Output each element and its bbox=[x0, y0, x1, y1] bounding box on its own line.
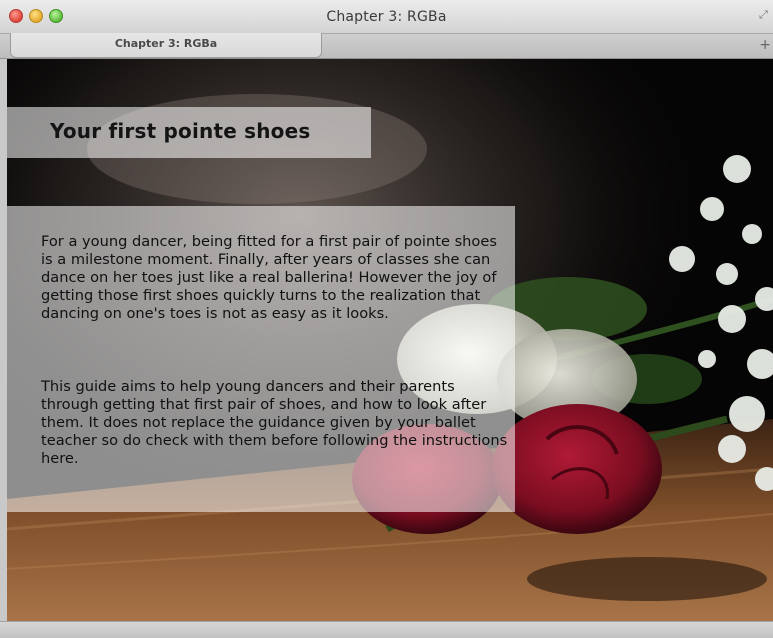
text-panel: For a young dancer, being fitted for a f… bbox=[7, 206, 515, 512]
page-title: Your first pointe shoes bbox=[50, 119, 311, 143]
tab-bar: Chapter 3: RGBa + bbox=[0, 33, 773, 59]
heading-panel: Your first pointe shoes bbox=[7, 107, 371, 158]
fullscreen-icon[interactable]: ⤢ bbox=[759, 8, 771, 21]
intro-paragraph: For a young dancer, being fitted for a f… bbox=[41, 233, 497, 322]
window-title: Chapter 3: RGBa bbox=[326, 9, 447, 25]
window-titlebar[interactable]: Chapter 3: RGBa ⤢ bbox=[0, 0, 773, 34]
tab-chapter-3[interactable]: Chapter 3: RGBa bbox=[10, 33, 322, 58]
plus-icon[interactable]: + bbox=[759, 38, 771, 52]
status-bar bbox=[0, 621, 773, 638]
page-content: Your first pointe shoes For a young danc… bbox=[7, 59, 773, 621]
guide-paragraph: This guide aims to help young dancers an… bbox=[41, 378, 508, 467]
